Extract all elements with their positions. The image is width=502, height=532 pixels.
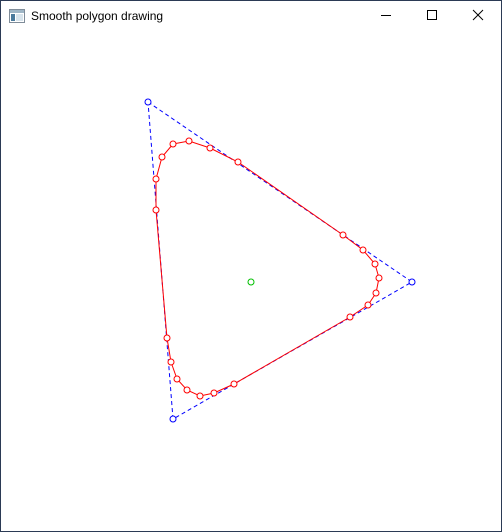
curve-point [364, 301, 372, 309]
curve-point [372, 289, 380, 297]
polygon-drawing[interactable] [1, 32, 501, 531]
window-title: Smooth polygon drawing [31, 9, 164, 23]
curve-point [152, 175, 160, 183]
curve-point [163, 334, 171, 342]
curve-point [339, 231, 347, 239]
curve-point [375, 274, 383, 282]
curve-point [152, 206, 160, 214]
curve-point [169, 140, 177, 148]
curve-point [371, 260, 379, 268]
drawing-canvas[interactable] [1, 32, 501, 531]
close-icon [472, 8, 484, 26]
curve-point [359, 246, 367, 254]
maximize-button[interactable] [409, 1, 455, 32]
curve-point [210, 389, 218, 397]
curve-point [183, 386, 191, 394]
close-button[interactable] [455, 1, 501, 32]
control-vertex[interactable] [169, 415, 177, 423]
curve-point [196, 392, 204, 400]
curve-point [173, 375, 181, 383]
control-vertex[interactable] [144, 98, 152, 106]
maximize-icon [426, 8, 438, 26]
title-bar[interactable]: Smooth polygon drawing [1, 1, 501, 32]
curve-point [230, 380, 238, 388]
control-vertex[interactable] [408, 278, 416, 286]
center-point [247, 278, 255, 286]
curve-point [185, 137, 193, 145]
curve-point [234, 158, 242, 166]
minimize-icon [380, 8, 392, 26]
curve-point [206, 144, 214, 152]
curve-point [167, 358, 175, 366]
curve-point [346, 313, 354, 321]
smooth-curve [155, 140, 380, 397]
app-window: Smooth polygon drawing [0, 0, 502, 532]
minimize-button[interactable] [363, 1, 409, 32]
app-window-icon [9, 9, 25, 23]
curve-point [158, 153, 166, 161]
